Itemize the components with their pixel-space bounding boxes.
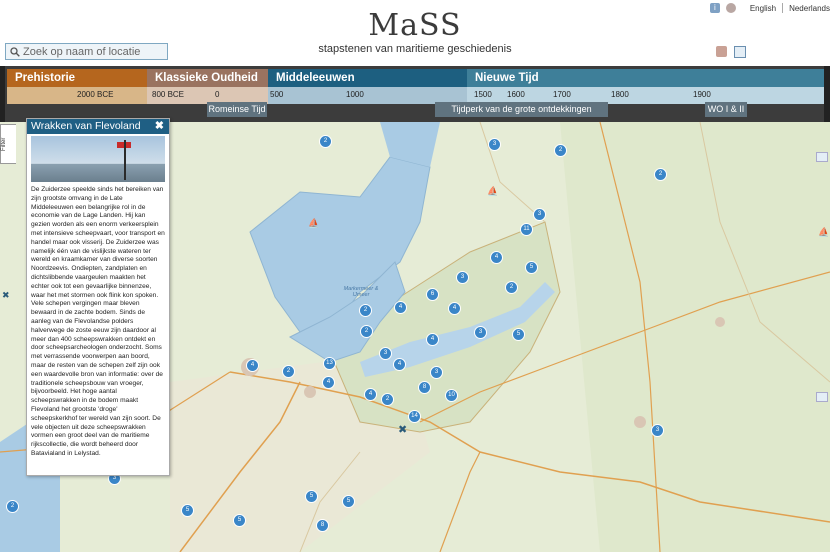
cluster-marker[interactable]: 5 (512, 328, 525, 341)
cluster-marker[interactable]: 8 (316, 519, 329, 532)
cluster-marker[interactable]: 2 (282, 365, 295, 378)
cluster-marker[interactable]: 6 (426, 288, 439, 301)
shipwreck-icon[interactable]: ✖ (2, 290, 10, 301)
search-input[interactable]: Zoek op naam of locatie (5, 43, 168, 60)
zoom-in-button[interactable] (816, 152, 828, 162)
info-icon[interactable]: i (709, 3, 720, 13)
cluster-marker[interactable]: 2 (359, 304, 372, 317)
cluster-marker[interactable]: 3 (456, 271, 469, 284)
tick-label: 0 (215, 90, 220, 99)
cluster-marker[interactable]: 3 (533, 208, 546, 221)
tick-label: 1000 (346, 90, 364, 99)
cluster-marker[interactable]: 3 (379, 347, 392, 360)
lang-dutch-link[interactable]: Nederlands (789, 4, 830, 13)
cluster-marker[interactable]: 4 (490, 251, 503, 264)
timeline-handle-right[interactable] (824, 66, 830, 122)
timeline-handle-left[interactable] (0, 66, 5, 122)
shipwreck-icon[interactable]: ⛵ (818, 227, 829, 238)
cluster-marker[interactable]: 3 (430, 366, 443, 379)
cluster-marker[interactable]: 2 (505, 281, 518, 294)
cluster-marker[interactable]: 5 (525, 261, 538, 274)
tick-label: 1600 (507, 90, 525, 99)
period-wo-i-ii[interactable]: WO I & II (705, 102, 747, 117)
tick-label: 2000 BCE (77, 90, 114, 99)
era-prehistorie[interactable]: Prehistorie (7, 69, 147, 87)
tick-label: 800 BCE (152, 90, 185, 99)
panel-title: Wrakken van Flevoland (31, 120, 141, 132)
search-icon (10, 46, 20, 57)
cluster-marker[interactable]: 10 (445, 389, 458, 402)
panel-image (31, 136, 165, 182)
cluster-marker[interactable]: 2 (319, 135, 332, 148)
mast-icon (124, 140, 126, 180)
search-placeholder: Zoek op naam of locatie (23, 45, 141, 58)
cluster-marker[interactable]: 13 (323, 357, 336, 370)
cluster-marker[interactable]: 8 (418, 381, 431, 394)
close-icon[interactable]: ✖ (155, 119, 164, 134)
tick-label: 500 (270, 90, 284, 99)
user-icon[interactable] (725, 3, 736, 13)
cluster-marker[interactable]: 2 (654, 168, 667, 181)
shipwreck-icon[interactable]: ✖ (398, 423, 407, 436)
cluster-marker[interactable]: 5 (233, 514, 246, 527)
cluster-marker[interactable]: 5 (305, 490, 318, 503)
divider (782, 3, 784, 13)
tick-label: 1800 (611, 90, 629, 99)
era-klassieke-oudheid[interactable]: Klassieke Oudheid (147, 69, 268, 87)
tick-label: 1700 (553, 90, 571, 99)
cluster-marker[interactable]: 11 (520, 223, 533, 236)
cluster-marker[interactable]: 4 (393, 358, 406, 371)
water-label: Markermeer & IJmeer (343, 286, 379, 298)
cluster-marker[interactable]: 5 (342, 495, 355, 508)
cluster-marker[interactable]: 3 (488, 138, 501, 151)
shipwreck-icon[interactable]: ⛵ (487, 186, 498, 197)
site-logo[interactable]: MaSS (0, 8, 830, 43)
cluster-marker[interactable]: 14 (408, 410, 421, 423)
era-nieuwe-tijd[interactable]: Nieuwe Tijd (467, 69, 830, 87)
cluster-marker[interactable]: 4 (394, 301, 407, 314)
cluster-marker[interactable]: 2 (554, 144, 567, 157)
cluster-marker[interactable]: 4 (426, 333, 439, 346)
tick-label: 1900 (693, 90, 711, 99)
period-romeinse-tijd[interactable]: Romeinse Tijd (207, 102, 267, 117)
cluster-marker[interactable]: 2 (360, 325, 373, 338)
zoom-out-button[interactable] (816, 392, 828, 402)
panel-header: Wrakken van Flevoland ✖ (27, 119, 169, 134)
lang-english-link[interactable]: English (750, 4, 776, 13)
filter-tab[interactable]: Filter (0, 124, 16, 164)
cluster-marker[interactable]: 3 (651, 424, 664, 437)
era-middeleeuwen[interactable]: Middeleeuwen (268, 69, 467, 87)
cluster-marker[interactable]: 3 (474, 326, 487, 339)
layers-icon[interactable] (734, 46, 746, 58)
cluster-marker[interactable]: 4 (364, 388, 377, 401)
tick-label: 1500 (474, 90, 492, 99)
cluster-marker[interactable]: 2 (381, 393, 394, 406)
share-icon[interactable] (716, 46, 727, 57)
cluster-marker[interactable]: 4 (448, 302, 461, 315)
panel-text: De Zuiderzee speelde sinds het bereiken … (31, 186, 165, 457)
info-panel: Wrakken van Flevoland ✖ De Zuiderzee spe… (26, 118, 170, 476)
cluster-marker[interactable]: 5 (181, 504, 194, 517)
cluster-marker[interactable]: 4 (246, 359, 259, 372)
language-bar: i English Nederlands (709, 3, 830, 13)
header: MaSS stapstenen van maritieme geschieden… (0, 0, 830, 66)
period-grote-ontdekkingen[interactable]: Tijdperk van de grote ontdekkingen (435, 102, 608, 117)
cluster-marker[interactable]: 2 (6, 500, 19, 513)
shipwreck-icon[interactable]: ⛵ (308, 218, 319, 229)
cluster-marker[interactable]: 4 (322, 376, 335, 389)
